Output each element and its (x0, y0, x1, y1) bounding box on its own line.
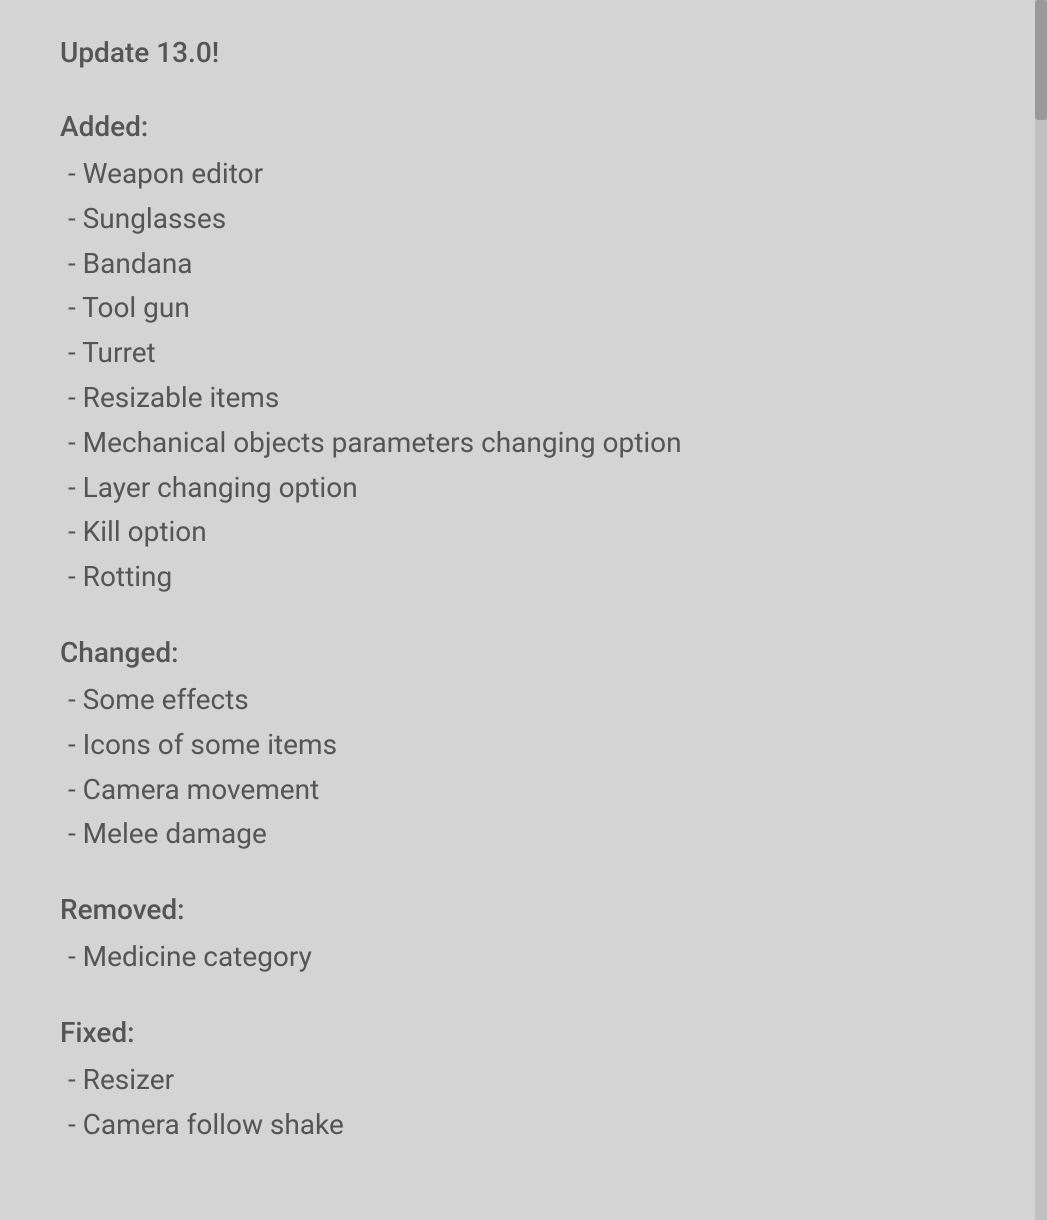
list-item-1-1: - Icons of some items (60, 723, 980, 768)
main-content: Update 13.0! Added:- Weapon editor- Sung… (0, 0, 1020, 1220)
scrollbar-thumb[interactable] (1035, 0, 1047, 120)
list-item-0-3: - Tool gun (60, 286, 980, 331)
section-3: Fixed:- Resizer- Camera follow shake (60, 1012, 980, 1148)
section-1: Changed:- Some effects- Icons of some it… (60, 632, 980, 857)
section-heading-1: Changed: (60, 632, 980, 674)
scrollbar-track[interactable] (1035, 0, 1047, 1220)
list-item-0-0: - Weapon editor (60, 152, 980, 197)
list-item-0-6: - Mechanical objects parameters changing… (60, 421, 980, 466)
list-item-0-7: - Layer changing option (60, 466, 980, 511)
list-item-0-4: - Turret (60, 331, 980, 376)
section-heading-3: Fixed: (60, 1012, 980, 1054)
sections-container: Added:- Weapon editor- Sunglasses- Banda… (60, 106, 980, 1148)
list-item-3-0: - Resizer (60, 1058, 980, 1103)
list-item-1-3: - Melee damage (60, 812, 980, 857)
list-item-1-2: - Camera movement (60, 768, 980, 813)
main-title: Update 13.0! (60, 36, 219, 69)
list-item-0-9: - Rotting (60, 555, 980, 600)
section-2: Removed:- Medicine category (60, 889, 980, 980)
section-heading-0: Added: (60, 106, 980, 148)
update-title: Update 13.0! (60, 32, 980, 74)
list-item-0-2: - Bandana (60, 242, 980, 287)
list-item-0-5: - Resizable items (60, 376, 980, 421)
page-container: Update 13.0! Added:- Weapon editor- Sung… (0, 0, 1047, 1220)
list-item-2-0: - Medicine category (60, 935, 980, 980)
list-item-0-8: - Kill option (60, 510, 980, 555)
section-0: Added:- Weapon editor- Sunglasses- Banda… (60, 106, 980, 600)
list-item-0-1: - Sunglasses (60, 197, 980, 242)
list-item-3-1: - Camera follow shake (60, 1103, 980, 1148)
section-heading-2: Removed: (60, 889, 980, 931)
list-item-1-0: - Some effects (60, 678, 980, 723)
